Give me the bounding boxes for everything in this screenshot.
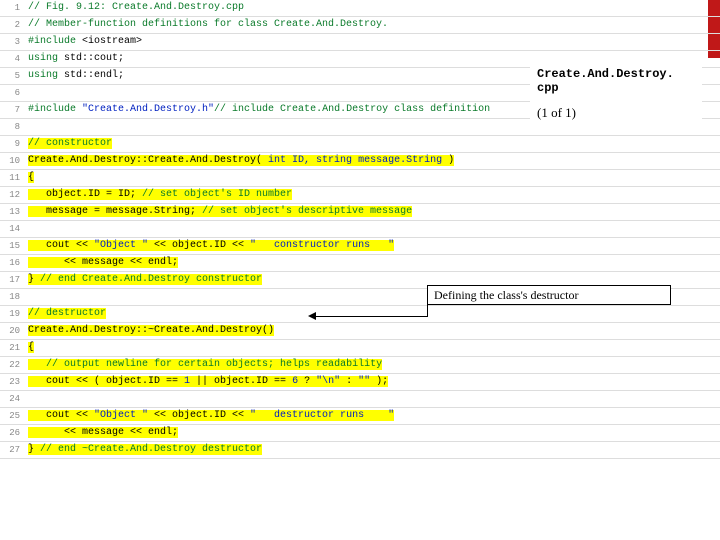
code-content: Create.And.Destroy::~Create.And.Destroy(… bbox=[24, 323, 274, 339]
code-line: 3#include <iostream> bbox=[0, 34, 720, 51]
line-number: 22 bbox=[0, 357, 24, 373]
line-number: 3 bbox=[0, 34, 24, 50]
code-content: using std::cout; bbox=[24, 51, 124, 67]
code-content: cout << "Object " << object.ID << " cons… bbox=[24, 238, 394, 254]
code-content: cout << "Object " << object.ID << " dest… bbox=[24, 408, 394, 424]
annotation-arrow-shaft bbox=[316, 316, 427, 317]
line-number: 2 bbox=[0, 17, 24, 33]
line-number: 20 bbox=[0, 323, 24, 339]
line-number: 12 bbox=[0, 187, 24, 203]
code-line: 27} // end ~Create.And.Destroy destructo… bbox=[0, 442, 720, 459]
code-content: object.ID = ID; // set object's ID numbe… bbox=[24, 187, 292, 203]
code-line: 9// constructor bbox=[0, 136, 720, 153]
file-title-line2: cpp bbox=[537, 81, 695, 95]
code-content: { bbox=[24, 340, 34, 356]
code-line: 1// Fig. 9.12: Create.And.Destroy.cpp bbox=[0, 0, 720, 17]
line-number: 8 bbox=[0, 119, 24, 135]
code-content: } // end Create.And.Destroy constructor bbox=[24, 272, 262, 288]
line-number: 14 bbox=[0, 221, 24, 237]
code-content: #include "Create.And.Destroy.h"// includ… bbox=[24, 102, 490, 118]
code-line: 21{ bbox=[0, 340, 720, 357]
code-line: 11{ bbox=[0, 170, 720, 187]
code-line: 12 object.ID = ID; // set object's ID nu… bbox=[0, 187, 720, 204]
line-number: 1 bbox=[0, 0, 24, 16]
line-number: 15 bbox=[0, 238, 24, 254]
line-number: 4 bbox=[0, 51, 24, 67]
code-line: 13 message = message.String; // set obje… bbox=[0, 204, 720, 221]
code-content: // constructor bbox=[24, 136, 112, 152]
code-line: 16 << message << endl; bbox=[0, 255, 720, 272]
code-content: message = message.String; // set object'… bbox=[24, 204, 412, 220]
code-content: cout << ( object.ID == 1 || object.ID ==… bbox=[24, 374, 388, 390]
code-content: } // end ~Create.And.Destroy destructor bbox=[24, 442, 262, 458]
code-line: 15 cout << "Object " << object.ID << " c… bbox=[0, 238, 720, 255]
file-title-line1: Create.And.Destroy. bbox=[537, 67, 695, 81]
code-line: 25 cout << "Object " << object.ID << " d… bbox=[0, 408, 720, 425]
line-number: 10 bbox=[0, 153, 24, 169]
line-number: 24 bbox=[0, 391, 24, 407]
code-content: // Member-function definitions for class… bbox=[24, 17, 388, 33]
code-line: 26 << message << endl; bbox=[0, 425, 720, 442]
line-number: 18 bbox=[0, 289, 24, 305]
file-page-indicator: (1 of 1) bbox=[537, 105, 695, 121]
file-info-box: Create.And.Destroy. cpp (1 of 1) bbox=[530, 62, 702, 126]
code-content: { bbox=[24, 170, 34, 186]
code-content: #include <iostream> bbox=[24, 34, 142, 50]
line-number: 21 bbox=[0, 340, 24, 356]
code-content: // destructor bbox=[24, 306, 106, 322]
annotation-callout: Defining the class's destructor bbox=[427, 285, 671, 305]
line-number: 11 bbox=[0, 170, 24, 186]
annotation-text: Defining the class's destructor bbox=[434, 288, 578, 302]
line-number: 5 bbox=[0, 68, 24, 84]
line-number: 17 bbox=[0, 272, 24, 288]
line-number: 19 bbox=[0, 306, 24, 322]
annotation-arrow-head bbox=[308, 312, 316, 320]
code-line: 19// destructor bbox=[0, 306, 720, 323]
line-number: 25 bbox=[0, 408, 24, 424]
code-line: 22 // output newline for certain objects… bbox=[0, 357, 720, 374]
code-line: 20Create.And.Destroy::~Create.And.Destro… bbox=[0, 323, 720, 340]
code-content: using std::endl; bbox=[24, 68, 124, 84]
code-content: << message << endl; bbox=[24, 425, 178, 441]
code-line: 10Create.And.Destroy::Create.And.Destroy… bbox=[0, 153, 720, 170]
code-content: // output newline for certain objects; h… bbox=[24, 357, 382, 373]
line-number: 26 bbox=[0, 425, 24, 441]
code-content: Create.And.Destroy::Create.And.Destroy( … bbox=[24, 153, 454, 169]
code-line: 24 bbox=[0, 391, 720, 408]
code-content: << message << endl; bbox=[24, 255, 178, 271]
line-number: 7 bbox=[0, 102, 24, 118]
line-number: 13 bbox=[0, 204, 24, 220]
code-line: 2// Member-function definitions for clas… bbox=[0, 17, 720, 34]
line-number: 23 bbox=[0, 374, 24, 390]
line-number: 9 bbox=[0, 136, 24, 152]
annotation-arrow-bend bbox=[427, 295, 428, 317]
line-number: 6 bbox=[0, 85, 24, 101]
code-content: // Fig. 9.12: Create.And.Destroy.cpp bbox=[24, 0, 244, 16]
line-number: 16 bbox=[0, 255, 24, 271]
code-line: 23 cout << ( object.ID == 1 || object.ID… bbox=[0, 374, 720, 391]
code-line: 14 bbox=[0, 221, 720, 238]
line-number: 27 bbox=[0, 442, 24, 458]
